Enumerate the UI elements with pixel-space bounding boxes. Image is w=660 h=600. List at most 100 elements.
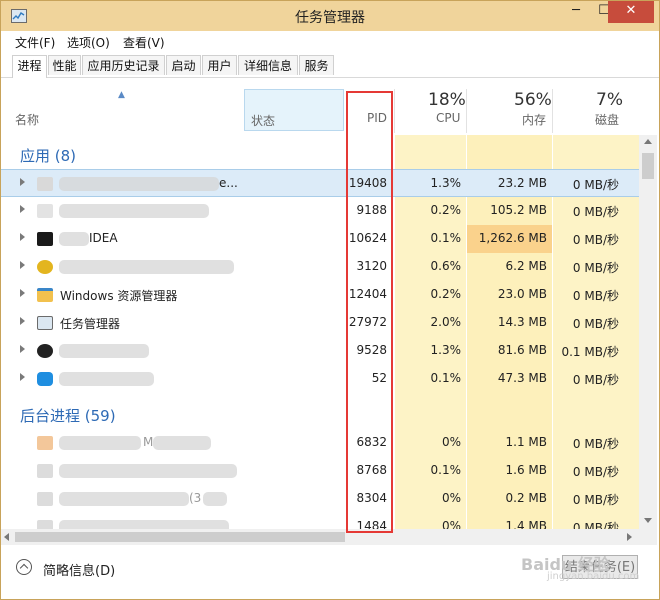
process-pid: 6832 [356, 435, 387, 449]
process-cpu: 0.1% [430, 231, 462, 245]
menu-options[interactable]: 选项(O) [67, 34, 110, 51]
horizontal-scrollbar[interactable] [1, 529, 639, 545]
redacted-name [203, 492, 227, 506]
tab-processes[interactable]: 进程 [12, 55, 47, 78]
process-cpu: 1.3% [430, 343, 462, 357]
process-cpu: 0% [441, 491, 461, 505]
menu-bar: 文件(F) 选项(O) 查看(V) [1, 31, 659, 51]
blurred-app-icon [37, 204, 53, 218]
scroll-right-icon[interactable] [627, 533, 632, 541]
column-cpu[interactable]: CPU [436, 111, 460, 125]
redacted-name [59, 232, 89, 246]
process-cpu: 1.3% [430, 176, 462, 190]
task-manager-window: 任务管理器 ─ ☐ ✕ 文件(F) 选项(O) 查看(V) 进程 性能 应用历史… [0, 0, 660, 600]
tab-details[interactable]: 详细信息 [238, 55, 298, 75]
process-row[interactable]: (3 8304 0% 0.2 MB 0 MB/秒 [1, 485, 639, 513]
process-row[interactable]: 1484 0% 1.4 MB 0 MB/秒 [1, 513, 639, 529]
title-bar[interactable]: 任务管理器 ─ ☐ ✕ [1, 1, 659, 31]
column-divider [466, 89, 467, 133]
process-row[interactable]: 52 0.1% 47.3 MB 0 MB/秒 [1, 365, 639, 393]
process-list: 应用 (8) e... 19408 1.3% 23.2 MB 0 MB/秒 91… [1, 135, 639, 529]
process-row[interactable]: 8768 0.1% 1.6 MB 0 MB/秒 [1, 457, 639, 485]
process-row[interactable]: 3120 0.6% 6.2 MB 0 MB/秒 [1, 253, 639, 281]
column-status-label: 状态 [251, 114, 276, 128]
scroll-up-icon[interactable] [644, 139, 652, 144]
expand-arrow-icon[interactable] [20, 205, 25, 213]
process-row[interactable]: e... 19408 1.3% 23.2 MB 0 MB/秒 [1, 169, 639, 197]
tab-services[interactable]: 服务 [299, 55, 334, 75]
process-memory: 6.2 MB [505, 259, 547, 273]
redacted-name [59, 520, 229, 529]
process-memory: 47.3 MB [497, 371, 547, 385]
vertical-scroll-thumb[interactable] [642, 153, 654, 179]
disk-percent: 7% [596, 90, 623, 110]
blurred-app-icon [37, 436, 53, 450]
process-name: 任务管理器 [60, 317, 121, 331]
menu-file[interactable]: 文件(F) [15, 34, 55, 51]
tab-users[interactable]: 用户 [202, 55, 237, 75]
expand-arrow-icon[interactable] [20, 261, 25, 269]
tab-performance[interactable]: 性能 [48, 55, 81, 75]
process-disk: 0 MB/秒 [572, 317, 619, 331]
blurred-app-icon [37, 177, 53, 191]
process-disk: 0 MB/秒 [572, 465, 619, 479]
process-memory: 105.2 MB [490, 203, 547, 217]
process-cpu: 0.2% [430, 203, 462, 217]
process-row[interactable]: IDEA 10624 0.1% 1,262.6 MB 0 MB/秒 [1, 225, 639, 253]
menu-view[interactable]: 查看(V) [123, 34, 165, 51]
expand-arrow-icon[interactable] [20, 289, 25, 297]
watermark-url: jingyan.baidu.com [547, 571, 640, 582]
process-row[interactable]: 9528 1.3% 81.6 MB 0.1 MB/秒 [1, 337, 639, 365]
group-header-apps[interactable]: 应用 (8) [1, 139, 639, 167]
expand-arrow-icon[interactable] [20, 178, 25, 186]
process-disk: 0 MB/秒 [572, 261, 619, 275]
task-manager-icon [37, 316, 53, 330]
horizontal-scroll-thumb[interactable] [15, 532, 345, 542]
column-name[interactable]: 名称 [15, 111, 39, 128]
scrollbar-corner [639, 529, 657, 545]
expand-arrow-icon[interactable] [20, 317, 25, 325]
tab-startup[interactable]: 启动 [166, 55, 201, 75]
process-memory: 14.3 MB [497, 315, 547, 329]
tab-app-history[interactable]: 应用历史记录 [82, 55, 165, 75]
process-name: Windows 资源管理器 [60, 289, 178, 303]
redacted-name [59, 204, 209, 218]
process-row[interactable]: 任务管理器 27972 2.0% 14.3 MB 0 MB/秒 [1, 309, 639, 337]
blue-app-icon [37, 372, 53, 386]
column-divider [552, 89, 553, 133]
expand-arrow-icon[interactable] [20, 373, 25, 381]
blurred-app-icon [37, 520, 53, 529]
scroll-down-icon[interactable] [644, 518, 652, 523]
process-row[interactable]: M 6832 0% 1.1 MB 0 MB/秒 [1, 429, 639, 457]
process-cpu: 0.6% [430, 259, 462, 273]
scroll-left-icon[interactable] [4, 533, 9, 541]
process-cpu: 0% [441, 519, 461, 529]
redacted-name [59, 464, 237, 478]
process-disk: 0 MB/秒 [572, 178, 619, 192]
fewer-details-link[interactable]: 简略信息(D) [43, 560, 115, 579]
process-row[interactable]: 9188 0.2% 105.2 MB 0 MB/秒 [1, 197, 639, 225]
cpu-percent: 18% [428, 90, 466, 110]
expand-arrow-icon[interactable] [20, 233, 25, 241]
close-button[interactable]: ✕ [608, 1, 654, 23]
collapse-icon[interactable] [16, 559, 32, 575]
process-name: M [143, 435, 154, 449]
memory-percent: 56% [514, 90, 552, 110]
process-memory: 1.6 MB [505, 463, 547, 477]
process-memory: 23.2 MB [497, 176, 547, 190]
column-pid[interactable]: PID [367, 111, 387, 125]
column-disk[interactable]: 磁盘 [595, 111, 619, 128]
expand-arrow-icon[interactable] [20, 345, 25, 353]
process-cpu: 0.2% [430, 287, 462, 301]
sort-up-icon: ▲ [118, 90, 125, 100]
process-memory: 0.2 MB [505, 491, 547, 505]
vertical-scrollbar[interactable] [639, 135, 657, 529]
process-row[interactable]: Windows 资源管理器 12404 0.2% 23.0 MB 0 MB/秒 [1, 281, 639, 309]
minimize-button[interactable]: ─ [561, 1, 591, 23]
column-status[interactable]: 状态 [244, 89, 344, 131]
group-header-background[interactable]: 后台进程 (59) [1, 399, 639, 427]
process-pid: 8768 [356, 463, 387, 477]
redacted-name [153, 436, 211, 450]
redacted-name [59, 344, 149, 358]
column-memory[interactable]: 内存 [522, 111, 546, 128]
